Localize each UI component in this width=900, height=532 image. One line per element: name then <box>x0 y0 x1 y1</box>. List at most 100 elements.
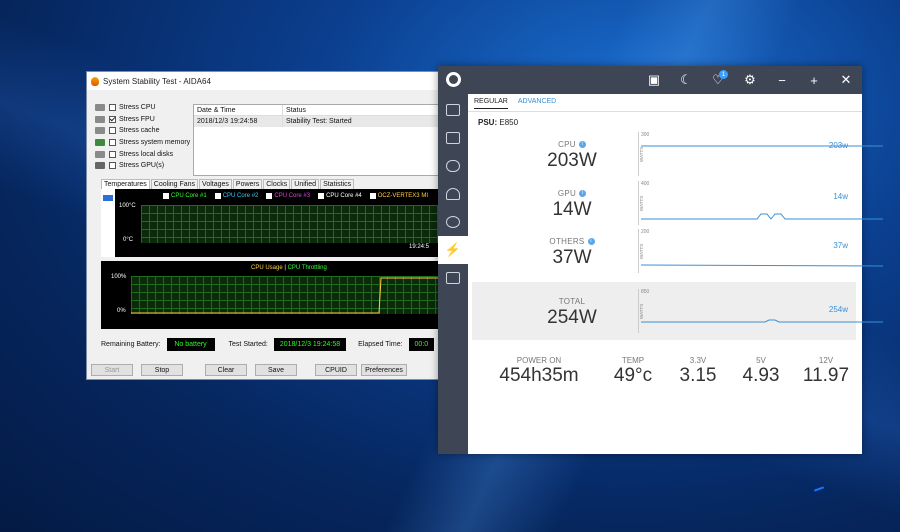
usage-legend: CPU Usage | CPU Throttling <box>251 265 327 271</box>
rail-3v3-label: 3.3V <box>689 356 707 365</box>
icue-logo-icon[interactable] <box>446 72 461 87</box>
tab-temperatures[interactable]: Temperatures <box>101 179 150 189</box>
preferences-button[interactable]: Preferences <box>361 364 407 376</box>
others-power-label: OTHERS i <box>512 237 632 246</box>
aida64-logo-icon <box>91 76 99 86</box>
start-button[interactable]: Start <box>91 364 133 376</box>
sidebar-item-fans[interactable] <box>438 208 468 236</box>
legend-cpu-usage: CPU Usage <box>251 265 283 271</box>
power-on-stat: POWER ON 454h35m <box>494 356 584 387</box>
temp-time-label: 19:24:5 <box>409 244 430 250</box>
stress-cpu-checkbox[interactable] <box>109 104 116 112</box>
home-icon <box>446 104 460 116</box>
info-icon[interactable]: i <box>579 190 587 198</box>
table-row[interactable]: 2018/12/3 19:24:58 Stability Test: Start… <box>194 116 438 127</box>
sidebar-item-games[interactable] <box>438 152 468 180</box>
total-power-value: 254W <box>547 307 597 328</box>
gpu-power-block: GPU i 14W 400 WATTS 14w <box>472 177 883 227</box>
sidebar-item-mouse[interactable] <box>438 180 468 208</box>
tab-statistics[interactable]: Statistics <box>320 179 355 189</box>
icue-window: ▣ ☾ ♡ 1 ⚙ − + ✕ ⚡ REGULAR ADVANCED PSU: E… <box>438 66 883 454</box>
cpu-icon <box>95 104 105 112</box>
close-button[interactable]: ✕ <box>830 66 862 94</box>
cpu-graph-value: 203w <box>828 141 848 150</box>
usage-axis-top: 100% <box>111 274 127 280</box>
sidebar-item-power[interactable]: ⚡ <box>438 236 468 264</box>
tab-voltages[interactable]: Voltages <box>199 179 232 189</box>
tab-cooling-fans[interactable]: Cooling Fans <box>150 179 199 189</box>
elapsed-time-label: Elapsed Time: <box>358 341 403 348</box>
stress-memory-option[interactable]: Stress system memory <box>95 137 195 149</box>
stress-disks-checkbox[interactable] <box>109 150 116 158</box>
moon-icon[interactable]: ☾ <box>670 66 702 94</box>
icue-sidebar: ⚡ <box>438 94 468 454</box>
cpuid-button[interactable]: CPUID <box>315 364 357 376</box>
others-power-block: OTHERS i 37W 200 WATTS 37w <box>472 225 883 275</box>
stress-gpu-checkbox[interactable] <box>109 162 116 170</box>
cpu-power-block: CPU i 203W 300 WATTS 203w <box>472 128 883 178</box>
camera-icon[interactable]: ▣ <box>638 66 670 94</box>
stress-cache-checkbox[interactable] <box>109 127 116 135</box>
log-header-row: Date & Time Status <box>194 105 438 116</box>
notification-badge: 1 <box>719 70 728 79</box>
graph-sensor-list[interactable] <box>101 189 115 257</box>
maximize-button[interactable]: + <box>798 66 830 94</box>
others-power-graph: 200 WATTS 37w <box>638 229 883 273</box>
legend-cpu-core-1[interactable]: CPU Core #1 <box>163 193 207 199</box>
gpu-power-graph: 400 WATTS 14w <box>638 181 883 225</box>
gpu-icon <box>95 162 105 170</box>
tab-powers[interactable]: Powers <box>232 179 263 189</box>
stress-gpu-option[interactable]: Stress GPU(s) <box>95 160 195 172</box>
sidebar-item-devices[interactable] <box>438 124 468 152</box>
temp-axis-top: 100°C <box>119 203 136 209</box>
others-power-line <box>640 264 883 267</box>
stress-fpu-option[interactable]: Stress FPU <box>95 114 195 126</box>
gear-icon[interactable]: ⚙ <box>734 66 766 94</box>
stress-cache-option[interactable]: Stress cache <box>95 125 195 137</box>
total-power-graph: 850 WATTS 254w <box>638 289 883 333</box>
tab-unified[interactable]: Unified <box>291 179 320 189</box>
sidebar-item-home[interactable] <box>438 96 468 124</box>
clear-button[interactable]: Clear <box>205 364 247 376</box>
stress-cpu-option[interactable]: Stress CPU <box>95 102 195 114</box>
tab-regular[interactable]: REGULAR <box>474 98 508 109</box>
rail-3v3-value: 3.15 <box>679 365 717 386</box>
aida-button-row: Start Stop Clear Save CPUID Preferences <box>91 364 415 376</box>
cpu-usage-graph: CPU Usage | CPU Throttling 100% 0% <box>101 261 438 329</box>
stress-memory-label: Stress system memory <box>119 139 191 147</box>
rail-12v-value: 11.97 <box>802 365 850 386</box>
info-icon[interactable]: i <box>587 238 595 246</box>
minimize-button[interactable]: − <box>766 66 798 94</box>
log-header-date[interactable]: Date & Time <box>194 105 283 115</box>
temperature-grid <box>141 205 438 243</box>
stop-button[interactable]: Stop <box>141 364 183 376</box>
legend-cpu-throttling: CPU Throttling <box>287 265 327 271</box>
aida-title-bar[interactable]: System Stability Test - AIDA64 <box>87 72 445 90</box>
rail-5v-label: 5V <box>756 356 766 365</box>
legend-ssd[interactable]: OCZ-VERTEX3 MI <box>369 193 428 199</box>
stress-memory-checkbox[interactable] <box>109 139 116 147</box>
save-button[interactable]: Save <box>255 364 297 376</box>
tab-clocks[interactable]: Clocks <box>263 179 291 189</box>
power-on-label: POWER ON <box>516 356 562 365</box>
stress-options: Stress CPU Stress FPU Stress cache Stres… <box>95 102 195 172</box>
info-icon[interactable]: i <box>578 141 586 149</box>
stress-disks-option[interactable]: Stress local disks <box>95 148 195 160</box>
temp-label: TEMP <box>621 356 645 365</box>
drive-icon <box>446 272 460 284</box>
legend-cpu-core-2[interactable]: CPU Core #2 <box>214 193 258 199</box>
tab-advanced[interactable]: ADVANCED <box>518 98 556 109</box>
bell-icon[interactable]: ♡ 1 <box>702 66 734 94</box>
legend-cpu-core-4[interactable]: CPU Core #4 <box>318 193 362 199</box>
gpu-power-label: GPU i <box>512 189 632 198</box>
stress-fpu-checkbox[interactable] <box>109 115 116 123</box>
sidebar-item-storage[interactable] <box>438 264 468 292</box>
test-started-label: Test Started: <box>228 341 268 348</box>
legend-cpu-core-3[interactable]: CPU Core #3 <box>266 193 310 199</box>
rail-5v-stat: 5V 4.93 <box>736 356 786 387</box>
log-header-status[interactable]: Status <box>283 107 306 114</box>
icue-tab-bar: REGULAR ADVANCED <box>474 98 566 109</box>
others-power-value: 37W <box>552 247 592 268</box>
icue-title-bar[interactable]: ▣ ☾ ♡ 1 ⚙ − + ✕ <box>438 66 862 94</box>
log-table: Date & Time Status 2018/12/3 19:24:58 St… <box>193 104 439 176</box>
